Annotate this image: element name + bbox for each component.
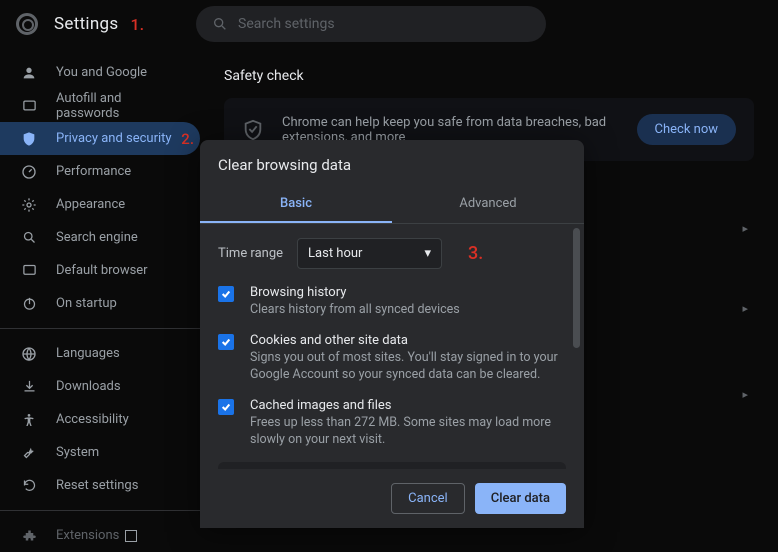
sidebar-item-label: On startup [56,296,117,311]
checkbox-title: Cached images and files [250,398,566,413]
wrench-icon [20,444,38,462]
checkbox-title: Cookies and other site data [250,333,566,348]
sidebar-item-label: System [56,445,99,460]
search-icon [20,229,38,247]
chevron-right-icon[interactable]: ▸ [742,388,748,401]
sidebar-item-on-startup[interactable]: On startup [0,287,200,320]
sidebar-item-reset[interactable]: Reset settings [0,469,200,502]
chevron-down-icon: ▾ [425,246,432,261]
person-icon [20,64,38,82]
sidebar-item-autofill[interactable]: Autofill and passwords [0,89,200,122]
time-range-value: Last hour [308,246,362,261]
globe-icon [20,345,38,363]
power-icon [20,295,38,313]
download-icon [20,378,38,396]
scrollbar[interactable] [573,228,580,348]
autofill-icon [20,97,38,115]
checkbox-subtitle: Signs you out of most sites. You'll stay… [250,350,566,384]
sidebar-item-label: Search engine [56,230,138,245]
sidebar-item-default-browser[interactable]: Default browser [0,254,200,287]
sidebar-item-search-engine[interactable]: Search engine [0,221,200,254]
search-input[interactable]: Search settings [196,6,546,42]
checkbox-subtitle: Clears history from all synced devices [250,302,566,319]
tab-basic[interactable]: Basic [200,186,392,223]
sidebar-item-label: Accessibility [56,412,129,427]
sidebar-item-label: Extensions [56,528,119,543]
sidebar-item-label: You and Google [56,65,147,80]
time-range-label: Time range [218,246,283,261]
google-account-notice: G Search history and other forms of acti… [218,462,566,469]
sidebar-item-label: Languages [56,346,120,361]
sidebar-item-label: Default browser [56,263,148,278]
annotation-2: 2. [181,130,194,148]
clear-data-button[interactable]: Clear data [475,483,566,514]
checkbox-browsing-history[interactable] [218,286,234,302]
sidebar-item-you-and-google[interactable]: You and Google [0,56,200,89]
sidebar-item-appearance[interactable]: Appearance [0,188,200,221]
appearance-icon [20,196,38,214]
sidebar-item-languages[interactable]: Languages [0,337,200,370]
sidebar-item-privacy-security[interactable]: Privacy and security 2. [0,122,200,155]
search-placeholder: Search settings [238,16,335,32]
sidebar-item-extensions[interactable]: Extensions [0,519,200,552]
browser-icon [20,262,38,280]
sidebar-item-label: Privacy and security [56,131,172,146]
chrome-icon [16,13,38,35]
sidebar-item-performance[interactable]: Performance [0,155,200,188]
performance-icon [20,163,38,181]
sidebar-item-label: Appearance [56,197,125,212]
accessibility-icon [20,411,38,429]
time-range-select[interactable]: Last hour ▾ [297,238,442,269]
sidebar-item-label: Autofill and passwords [56,91,180,121]
sidebar-item-accessibility[interactable]: Accessibility [0,403,200,436]
cancel-button[interactable]: Cancel [391,483,465,514]
sidebar-item-label: Reset settings [56,478,138,493]
page-title: Settings [54,14,118,34]
sidebar-item-label: Performance [56,164,131,179]
chevron-right-icon[interactable]: ▸ [742,302,748,315]
safety-check-heading: Safety check [224,68,754,84]
sidebar-item-system[interactable]: System [0,436,200,469]
extensions-icon [20,527,38,545]
shield-check-icon [242,119,264,141]
checkbox-title: Browsing history [250,285,566,300]
sidebar-item-label: Downloads [56,379,121,394]
tab-advanced[interactable]: Advanced [392,186,584,223]
annotation-1: 1. [130,15,144,34]
dialog-title: Clear browsing data [200,140,584,174]
external-link-icon [125,530,137,542]
chevron-right-icon[interactable]: ▸ [742,222,748,235]
checkbox-subtitle: Frees up less than 272 MB. Some sites ma… [250,415,566,449]
shield-icon [20,130,38,148]
check-now-button[interactable]: Check now [637,114,737,145]
checkbox-cached[interactable] [218,399,234,415]
annotation-3: 3. [468,243,483,264]
sidebar: You and Google Autofill and passwords Pr… [0,48,200,500]
clear-browsing-data-dialog: Clear browsing data Basic Advanced Time … [200,140,584,528]
sidebar-item-downloads[interactable]: Downloads [0,370,200,403]
search-icon [212,16,228,32]
checkbox-cookies[interactable] [218,334,234,350]
reset-icon [20,477,38,495]
